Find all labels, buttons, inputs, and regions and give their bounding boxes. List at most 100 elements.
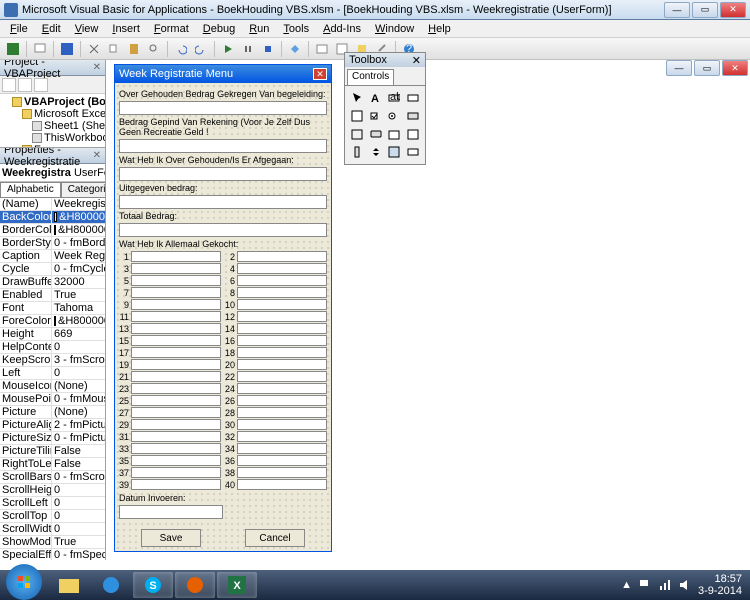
item-input-10[interactable] — [237, 299, 327, 310]
view-object-icon[interactable] — [18, 78, 32, 92]
item-input-8[interactable] — [237, 287, 327, 298]
item-input-2[interactable] — [237, 251, 327, 262]
input-overgehouden[interactable] — [119, 101, 327, 115]
item-input-40[interactable] — [237, 479, 327, 490]
save-icon[interactable] — [58, 40, 76, 58]
userform-window[interactable]: Week Registratie Menu ✕ Over Gehouden Be… — [114, 64, 332, 552]
taskbar-skype-icon[interactable]: S — [133, 572, 173, 598]
taskbar-ie-icon[interactable] — [91, 572, 131, 598]
item-input-14[interactable] — [237, 323, 327, 334]
toolbox-tab-controls[interactable]: Controls — [347, 69, 394, 85]
menu-file[interactable]: File — [4, 22, 34, 36]
maximize-button[interactable]: ▭ — [692, 2, 718, 18]
property-row[interactable]: ShowModalTrue — [0, 536, 105, 549]
toggle-folders-icon[interactable] — [34, 78, 48, 92]
property-row[interactable]: Cycle0 - fmCycleAllFo — [0, 263, 105, 276]
view-code-icon[interactable] — [2, 78, 16, 92]
item-input-13[interactable] — [131, 323, 221, 334]
item-input-22[interactable] — [237, 371, 327, 382]
toolbox-close-icon[interactable]: ✕ — [412, 54, 421, 67]
property-row[interactable]: HelpContextID0 — [0, 341, 105, 354]
item-input-19[interactable] — [131, 359, 221, 370]
tab-alphabetic[interactable]: Alphabetic — [0, 182, 61, 197]
tool-textbox-icon[interactable]: ab — [386, 90, 402, 106]
property-row[interactable]: ScrollBars0 - fmScrollBarsN — [0, 471, 105, 484]
item-input-6[interactable] — [237, 275, 327, 286]
properties-close-icon[interactable]: ✕ — [93, 150, 101, 161]
save-button[interactable]: Save — [141, 529, 201, 547]
item-input-20[interactable] — [237, 359, 327, 370]
property-row[interactable]: EnabledTrue — [0, 289, 105, 302]
item-input-5[interactable] — [131, 275, 221, 286]
item-input-37[interactable] — [131, 467, 221, 478]
userform-close-icon[interactable]: ✕ — [313, 68, 327, 80]
taskbar-excel-icon[interactable]: X — [217, 572, 257, 598]
taskbar-firefox-icon[interactable] — [175, 572, 215, 598]
property-row[interactable]: SpecialEffect0 - fmSpecialEffe — [0, 549, 105, 560]
item-input-26[interactable] — [237, 395, 327, 406]
item-input-23[interactable] — [131, 383, 221, 394]
redo-icon[interactable] — [192, 40, 210, 58]
reset-icon[interactable] — [259, 40, 277, 58]
property-row[interactable]: DrawBuffer32000 — [0, 276, 105, 289]
item-input-24[interactable] — [237, 383, 327, 394]
project-tree[interactable]: VBAProject (BoekHoudi Microsoft Excel Ob… — [0, 94, 105, 148]
property-row[interactable]: ScrollWidth0 — [0, 523, 105, 536]
item-input-35[interactable] — [131, 455, 221, 466]
menu-debug[interactable]: Debug — [197, 22, 241, 36]
property-row[interactable]: Picture(None) — [0, 406, 105, 419]
item-input-9[interactable] — [131, 299, 221, 310]
menu-window[interactable]: Window — [369, 22, 420, 36]
properties-grid[interactable]: (Name)WeekregistratieBackColor&H80000Bor… — [0, 198, 105, 560]
tray-show-hidden-icon[interactable]: ▲ — [621, 579, 632, 591]
taskbar-explorer-icon[interactable] — [49, 572, 89, 598]
property-row[interactable]: CaptionWeek Registratie — [0, 250, 105, 263]
property-row[interactable]: RightToLeftFalse — [0, 458, 105, 471]
item-input-31[interactable] — [131, 431, 221, 442]
tool-combobox-icon[interactable] — [405, 90, 421, 106]
property-row[interactable]: ScrollHeight0 — [0, 484, 105, 497]
tool-image-icon[interactable] — [386, 144, 402, 160]
tool-label-icon[interactable]: A — [368, 90, 384, 106]
view-excel-icon[interactable] — [4, 40, 22, 58]
cut-icon[interactable] — [85, 40, 103, 58]
project-close-icon[interactable]: ✕ — [93, 62, 101, 73]
item-input-34[interactable] — [237, 443, 327, 454]
tool-pointer-icon[interactable] — [349, 90, 365, 106]
property-row[interactable]: FontTahoma — [0, 302, 105, 315]
item-input-16[interactable] — [237, 335, 327, 346]
menu-addins[interactable]: Add-Ins — [317, 22, 367, 36]
item-input-12[interactable] — [237, 311, 327, 322]
item-input-32[interactable] — [237, 431, 327, 442]
tool-togglebutton-icon[interactable] — [405, 108, 421, 124]
tool-listbox-icon[interactable] — [349, 108, 365, 124]
property-row[interactable]: ScrollTop0 — [0, 510, 105, 523]
tool-refedit-icon[interactable] — [405, 144, 421, 160]
minimize-button[interactable]: — — [664, 2, 690, 18]
tool-multipage-icon[interactable] — [405, 126, 421, 142]
item-input-7[interactable] — [131, 287, 221, 298]
property-row[interactable]: MouseIcon(None) — [0, 380, 105, 393]
tool-scrollbar-icon[interactable] — [349, 144, 365, 160]
property-row[interactable]: ScrollLeft0 — [0, 497, 105, 510]
input-afgegaan[interactable] — [119, 167, 327, 181]
property-row[interactable]: (Name)Weekregistratie — [0, 198, 105, 211]
item-input-33[interactable] — [131, 443, 221, 454]
item-input-4[interactable] — [237, 263, 327, 274]
paste-icon[interactable] — [125, 40, 143, 58]
input-datum[interactable] — [119, 505, 223, 519]
tab-categorized[interactable]: Categorized — [61, 182, 105, 197]
tray-volume-icon[interactable] — [678, 578, 692, 592]
item-input-28[interactable] — [237, 407, 327, 418]
property-row[interactable]: BorderStyle0 - fmBorderSty — [0, 237, 105, 250]
tool-optionbutton-icon[interactable] — [386, 108, 402, 124]
menu-run[interactable]: Run — [243, 22, 275, 36]
property-row[interactable]: BorderColor&H80000014 — [0, 224, 105, 237]
item-input-17[interactable] — [131, 347, 221, 358]
property-row[interactable]: Left0 — [0, 367, 105, 380]
item-input-30[interactable] — [237, 419, 327, 430]
item-input-38[interactable] — [237, 467, 327, 478]
item-input-39[interactable] — [131, 479, 221, 490]
system-tray[interactable]: ▲ 18:57 3-9-2014 — [613, 573, 750, 597]
property-row[interactable]: PictureSizeMode0 - fmPictureSize — [0, 432, 105, 445]
